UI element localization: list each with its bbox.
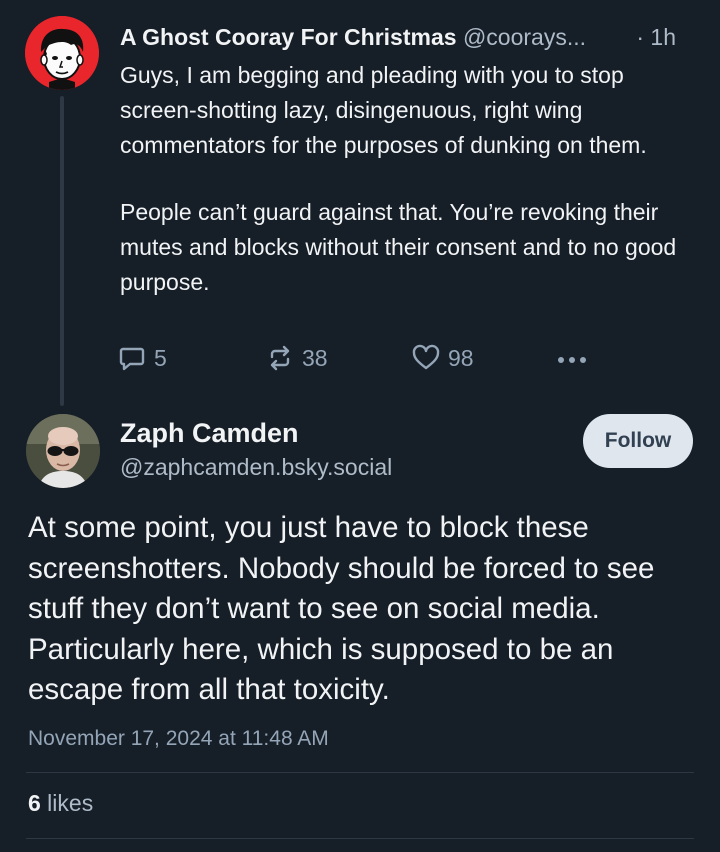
author-name[interactable]: A Ghost Cooray For Christmas [120,24,457,50]
post-paragraph: Guys, I am begging and pleading with you… [120,62,647,158]
post-paragraph: People can’t guard against that. You’re … [120,199,677,295]
more-dots-icon [556,350,588,370]
repost-count: 38 [302,344,328,371]
author-avatar[interactable] [25,16,99,90]
author-name[interactable]: Zaph Camden [120,415,299,451]
likes-label: likes [40,790,94,816]
reply-icon [118,344,146,372]
post-timestamp[interactable]: · 1h [636,20,676,54]
likes-summary[interactable]: 6 likes [28,790,93,817]
cartoon-face-avatar-icon [25,16,99,90]
like-count: 98 [448,344,474,371]
parent-post-text: Guys, I am begging and pleading with you… [120,58,700,332]
post-actions: 5 38 98 [118,344,598,378]
post-date[interactable]: November 17, 2024 at 11:48 AM [28,727,329,751]
heart-icon [412,344,440,372]
divider [26,772,694,773]
reply-button[interactable]: 5 [118,344,167,372]
repost-button[interactable]: 38 [266,344,328,372]
more-options-button[interactable] [556,350,588,370]
repost-icon [266,344,294,372]
parent-post: A Ghost Cooray For Christmas @coorays...… [0,0,720,406]
thread-connector-line [60,96,64,406]
divider [26,838,694,839]
author-handle[interactable]: @coorays... [463,24,586,50]
reply-count: 5 [154,344,167,371]
author-avatar[interactable] [26,414,100,488]
author-handle[interactable]: @zaphcamden.bsky.social [120,451,392,483]
follow-button[interactable]: Follow [583,414,693,468]
likes-count: 6 [28,790,41,816]
main-post-text: At some point, you just have to block th… [28,511,655,706]
photo-avatar-icon [26,414,100,488]
parent-post-header: A Ghost Cooray For Christmas @coorays...… [120,20,700,54]
like-button[interactable]: 98 [412,344,474,372]
